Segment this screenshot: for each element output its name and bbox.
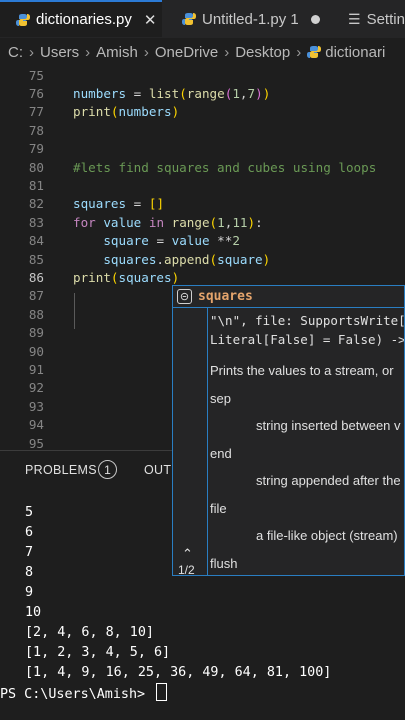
line-number: 85 bbox=[28, 251, 44, 267]
code-text: squares = [] bbox=[73, 196, 165, 212]
tab-label: Untitled-1.py 1 bbox=[202, 10, 299, 28]
settings-gear-icon: ☰ bbox=[348, 10, 361, 27]
param-name: file bbox=[210, 501, 227, 516]
signature-navigator: ⌃ 1/2 ⌄ bbox=[173, 308, 208, 575]
line-number: 91 bbox=[28, 362, 44, 378]
line-number: 75 bbox=[28, 67, 44, 83]
line-number: 83 bbox=[28, 214, 44, 230]
line-number: 76 bbox=[28, 86, 44, 102]
line-number: 79 bbox=[28, 141, 44, 157]
chevron-right-icon: › bbox=[85, 43, 91, 61]
variable-symbol-icon: ⊝ bbox=[177, 289, 192, 304]
code-text: square = value **2 bbox=[103, 233, 240, 249]
line-number: 87 bbox=[28, 288, 44, 304]
param-name: flush bbox=[210, 556, 238, 571]
breadcrumb-item[interactable]: OneDrive bbox=[155, 44, 218, 61]
code-text: #lets find squares and cubes using loops bbox=[73, 159, 377, 175]
tab-dictionaries-py[interactable]: dictionaries.py ✕ bbox=[0, 0, 162, 37]
tab-untitled-1-py[interactable]: Untitled-1.py 1 bbox=[166, 0, 350, 38]
python-file-icon bbox=[307, 46, 322, 58]
terminal-line: [1, 2, 3, 4, 5, 6] bbox=[25, 645, 171, 660]
code-line[interactable]: 84 square = value **2 bbox=[0, 232, 405, 250]
close-tab-icon[interactable]: ✕ bbox=[144, 11, 157, 29]
line-number: 80 bbox=[28, 159, 44, 175]
param-name: sep bbox=[210, 391, 231, 406]
signature-help-popup: ⊝ squares ⌃ 1/2 ⌄ "\n", file: SupportsWr… bbox=[172, 285, 405, 576]
line-number: 93 bbox=[28, 398, 44, 414]
line-number: 86 bbox=[28, 270, 44, 286]
code-line[interactable]: 79 bbox=[0, 140, 405, 158]
editor-tab-bar: dictionaries.py ✕ Untitled-1.py 1 ☰ Sett… bbox=[0, 0, 405, 39]
chevron-right-icon: › bbox=[296, 43, 302, 61]
code-text: for value in range(1,11): bbox=[73, 214, 263, 230]
hover-title: squares bbox=[198, 289, 253, 304]
code-line[interactable]: 77 print(numbers) bbox=[0, 103, 405, 121]
code-text: numbers = list(range(1,7)) bbox=[73, 86, 271, 102]
param-name: end bbox=[210, 446, 232, 461]
hover-body: "\n", file: SupportsWrite[ Literal[False… bbox=[210, 308, 405, 575]
tab-label: Settin bbox=[366, 10, 405, 28]
code-line[interactable]: 81 bbox=[0, 176, 405, 194]
code-line[interactable]: 82 squares = [] bbox=[0, 195, 405, 213]
hover-header: ⊝ squares bbox=[173, 286, 404, 308]
chevron-right-icon: › bbox=[29, 43, 34, 61]
python-file-icon bbox=[16, 13, 30, 26]
terminal-line: 10 bbox=[25, 605, 42, 620]
breadcrumb-item[interactable]: Desktop bbox=[235, 44, 290, 61]
tab-problems[interactable]: PROBLEMS bbox=[25, 463, 97, 477]
line-number: 95 bbox=[28, 435, 44, 450]
unsaved-dot-icon[interactable] bbox=[310, 14, 320, 24]
chevron-up-icon[interactable]: ⌃ bbox=[182, 546, 193, 562]
signature-text: "\n", file: SupportsWrite[ bbox=[210, 313, 405, 328]
code-text: squares.append(square) bbox=[103, 251, 271, 267]
python-file-icon bbox=[182, 13, 196, 25]
param-description: string inserted between v bbox=[256, 418, 401, 433]
breadcrumb-item[interactable]: Users bbox=[40, 44, 79, 61]
line-number: 81 bbox=[28, 178, 44, 194]
breadcrumb-item[interactable]: Amish bbox=[96, 44, 138, 61]
code-line[interactable]: 85 squares.append(square) bbox=[0, 250, 405, 268]
code-line[interactable]: 83 for value in range(1,11): bbox=[0, 213, 405, 231]
code-text: print(numbers) bbox=[73, 104, 180, 120]
terminal-cursor bbox=[156, 683, 168, 701]
line-number: 84 bbox=[28, 233, 44, 249]
code-text: print(squares) bbox=[73, 270, 180, 286]
code-line[interactable]: 78 bbox=[0, 121, 405, 139]
terminal-prompt: PS C:\Users\Amish> bbox=[0, 687, 154, 702]
breadcrumb-item[interactable]: C: bbox=[8, 44, 23, 61]
terminal-line: 9 bbox=[25, 585, 34, 600]
tab-settings[interactable]: ☰ Settin bbox=[334, 0, 405, 38]
line-number: 88 bbox=[28, 306, 44, 322]
param-description: string appended after the bbox=[256, 473, 401, 488]
problems-count-badge: 1 bbox=[98, 460, 117, 479]
terminal-line: [1, 4, 9, 16, 25, 36, 49, 64, 81, 100] bbox=[25, 665, 332, 680]
line-number: 89 bbox=[28, 325, 44, 341]
line-number: 82 bbox=[28, 196, 44, 212]
line-number: 77 bbox=[28, 104, 44, 120]
param-description: a file-like object (stream) bbox=[256, 528, 398, 543]
line-number: 94 bbox=[28, 417, 44, 433]
breadcrumb: C: › Users › Amish › OneDrive › Desktop › dic… bbox=[0, 38, 405, 66]
terminal-prompt-line[interactable]: PS C:\Users\Amish> bbox=[0, 683, 306, 703]
terminal-line: [2, 4, 6, 8, 10] bbox=[25, 625, 154, 640]
line-number: 90 bbox=[28, 343, 44, 359]
line-number: 78 bbox=[28, 122, 44, 138]
code-line[interactable]: 80 #lets find squares and cubes using loo… bbox=[0, 158, 405, 176]
doc-description: Prints the values to a stream, or bbox=[210, 363, 394, 378]
code-line[interactable]: 75 bbox=[0, 66, 405, 84]
signature-counter: 1/2 bbox=[178, 563, 195, 576]
chevron-right-icon: › bbox=[143, 43, 149, 61]
line-number: 92 bbox=[28, 380, 44, 396]
breadcrumb-item[interactable]: dictionari bbox=[325, 44, 385, 61]
tab-label: dictionaries.py bbox=[36, 11, 132, 28]
signature-text: Literal[False] = False) -> bbox=[210, 332, 405, 347]
chevron-right-icon: › bbox=[224, 43, 230, 61]
code-line[interactable]: 76 numbers = list(range(1,7)) bbox=[0, 84, 405, 102]
